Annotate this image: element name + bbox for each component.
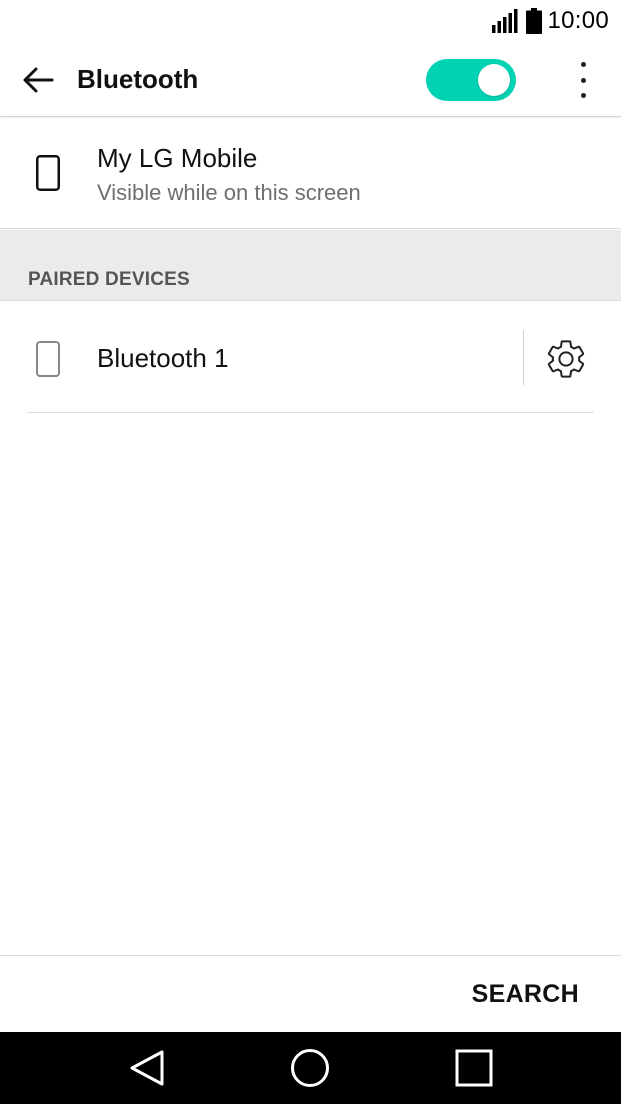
- bluetooth-toggle[interactable]: [426, 59, 516, 101]
- bottom-action-bar: SEARCH: [0, 955, 621, 1032]
- back-arrow-icon: [23, 67, 54, 93]
- nav-home-button[interactable]: [288, 1046, 332, 1090]
- row-separator: [27, 412, 594, 413]
- phone-icon: [36, 341, 60, 377]
- my-device-row[interactable]: My LG Mobile Visible while on this scree…: [0, 118, 621, 229]
- phone-icon: [36, 155, 60, 191]
- app-bar: Bluetooth: [0, 44, 621, 117]
- gear-icon: [547, 340, 585, 378]
- navigation-bar: [0, 1032, 621, 1104]
- nav-home-icon: [291, 1049, 329, 1087]
- signal-icon: [492, 9, 518, 33]
- back-button[interactable]: [18, 60, 58, 100]
- my-device-name: My LG Mobile: [97, 143, 258, 173]
- status-bar: 10:00: [0, 0, 621, 44]
- nav-back-button[interactable]: [126, 1046, 170, 1090]
- paired-devices-header: PAIRED DEVICES: [0, 230, 621, 301]
- overflow-menu-button[interactable]: [566, 58, 600, 102]
- nav-recent-button[interactable]: [452, 1046, 496, 1090]
- section-header-label: PAIRED DEVICES: [28, 269, 190, 290]
- my-device-visibility: Visible while on this screen: [97, 180, 361, 205]
- paired-device-name: Bluetooth 1: [97, 343, 229, 373]
- overflow-menu-icon: [580, 62, 586, 67]
- divider: [523, 330, 524, 385]
- device-settings-button[interactable]: [541, 334, 591, 384]
- status-time: 10:00: [547, 7, 609, 34]
- toggle-knob: [478, 64, 510, 96]
- nav-back-icon: [130, 1050, 164, 1086]
- paired-device-row[interactable]: Bluetooth 1: [0, 302, 621, 413]
- battery-icon: [526, 8, 543, 34]
- search-button[interactable]: SEARCH: [472, 980, 579, 1009]
- nav-recent-icon: [455, 1049, 493, 1087]
- page-title: Bluetooth: [77, 64, 199, 94]
